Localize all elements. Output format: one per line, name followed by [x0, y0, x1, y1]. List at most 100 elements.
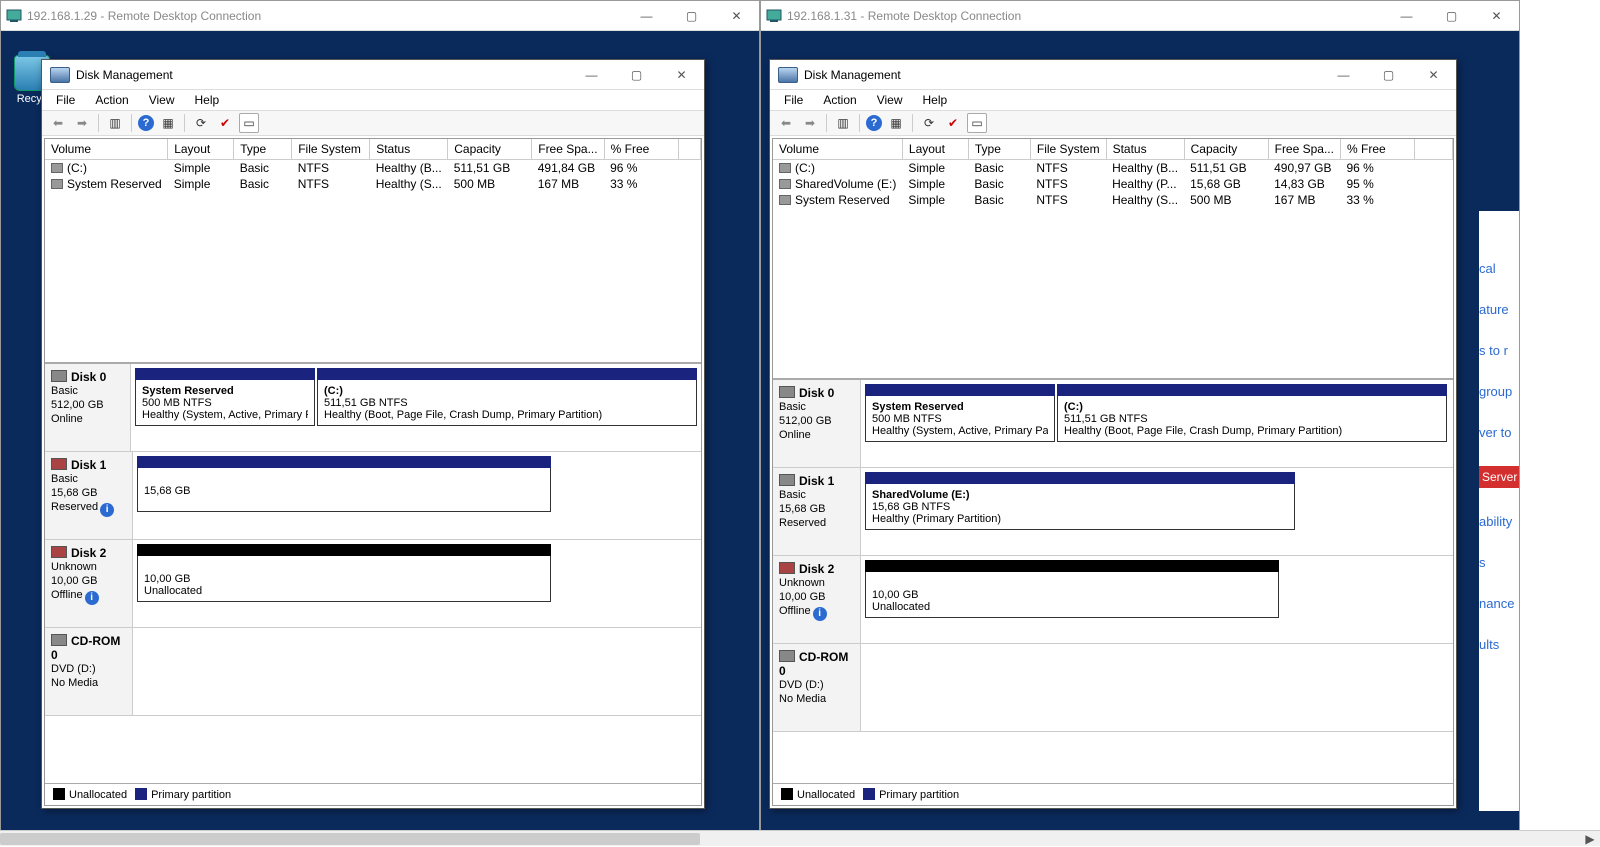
forward-icon[interactable]: ➡	[72, 113, 92, 133]
close-button[interactable]: ✕	[1411, 60, 1456, 89]
col-blank[interactable]	[678, 139, 700, 160]
menu-help[interactable]: Help	[187, 91, 228, 109]
info-icon[interactable]: i	[85, 591, 99, 605]
col-volume[interactable]: Volume	[773, 139, 902, 160]
col-layout[interactable]: Layout	[902, 139, 968, 160]
menu-action[interactable]: Action	[87, 91, 136, 109]
back-icon[interactable]: ⬅	[48, 113, 68, 133]
partition[interactable]: 15,68 GB	[137, 456, 551, 512]
col-pct[interactable]: % Free	[604, 139, 678, 160]
minimize-button[interactable]: —	[624, 1, 669, 30]
minimize-button[interactable]: —	[569, 60, 614, 89]
menu-view[interactable]: View	[869, 91, 911, 109]
menu-view[interactable]: View	[141, 91, 183, 109]
forward-icon[interactable]: ➡	[800, 113, 820, 133]
table-header[interactable]: Volume Layout Type File System Status Ca…	[45, 139, 701, 160]
col-status[interactable]: Status	[1106, 139, 1184, 160]
table-row[interactable]: (C:)SimpleBasicNTFSHealthy (B...511,51 G…	[45, 160, 701, 177]
disk-info[interactable]: CD-ROM 0DVD (D:)No Media	[773, 644, 861, 731]
disk-info[interactable]: Disk 0Basic512,00 GBOnline	[773, 380, 861, 467]
disk-row[interactable]: Disk 2Unknown10,00 GBOfflinei 10,00 GBUn…	[45, 540, 701, 628]
details-icon[interactable]: ▦	[158, 113, 178, 133]
close-button[interactable]: ✕	[659, 60, 704, 89]
maximize-button[interactable]: ▢	[669, 1, 714, 30]
disk-row[interactable]: Disk 1Basic15,68 GBReservedSharedVolume …	[773, 468, 1453, 556]
cancel-icon[interactable]: ✔	[215, 113, 235, 133]
minimize-button[interactable]: —	[1321, 60, 1366, 89]
menu-file[interactable]: File	[776, 91, 811, 109]
disk-graphical-view[interactable]: Disk 0Basic512,00 GBOnlineSystem Reserve…	[773, 379, 1453, 783]
col-capacity[interactable]: Capacity	[448, 139, 532, 160]
table-row[interactable]: System ReservedSimpleBasicNTFSHealthy (S…	[45, 176, 701, 192]
show-hide-tree-icon[interactable]: ▥	[833, 113, 853, 133]
close-button[interactable]: ✕	[714, 1, 759, 30]
disk-row[interactable]: CD-ROM 0DVD (D:)No Media	[773, 644, 1453, 732]
disk-info[interactable]: CD-ROM 0DVD (D:)No Media	[45, 628, 133, 715]
details-icon[interactable]: ▦	[886, 113, 906, 133]
show-hide-tree-icon[interactable]: ▥	[105, 113, 125, 133]
col-free[interactable]: Free Spa...	[1268, 139, 1340, 160]
cancel-icon[interactable]: ✔	[943, 113, 963, 133]
col-free[interactable]: Free Spa...	[532, 139, 604, 160]
maximize-button[interactable]: ▢	[1429, 1, 1474, 30]
scrollbar-thumb[interactable]	[0, 833, 700, 845]
col-type[interactable]: Type	[968, 139, 1030, 160]
minimize-button[interactable]: —	[1384, 1, 1429, 30]
col-blank[interactable]	[1414, 139, 1452, 160]
dm-titlebar[interactable]: Disk Management — ▢ ✕	[770, 60, 1456, 90]
partition[interactable]: System Reserved500 MB NTFSHealthy (Syste…	[865, 384, 1055, 442]
menu-file[interactable]: File	[48, 91, 83, 109]
col-fs[interactable]: File System	[1030, 139, 1106, 160]
disk-row[interactable]: Disk 2Unknown10,00 GBOfflinei 10,00 GBUn…	[773, 556, 1453, 644]
table-row[interactable]: (C:)SimpleBasicNTFSHealthy (B...511,51 G…	[773, 160, 1453, 177]
col-status[interactable]: Status	[370, 139, 448, 160]
partition[interactable]: SharedVolume (E:)15,68 GB NTFSHealthy (P…	[865, 472, 1295, 530]
disk-info[interactable]: Disk 1Basic15,68 GBReserved	[773, 468, 861, 555]
horizontal-scrollbar[interactable]: ▶	[0, 830, 1600, 846]
col-volume[interactable]: Volume	[45, 139, 168, 160]
separator	[98, 114, 99, 132]
rdp-titlebar[interactable]: 192.168.1.31 - Remote Desktop Connection…	[761, 1, 1519, 31]
volume-table[interactable]: Volume Layout Type File System Status Ca…	[773, 139, 1453, 379]
partition[interactable]: 10,00 GBUnallocated	[137, 544, 551, 602]
properties-icon[interactable]: ▭	[239, 113, 259, 133]
back-icon[interactable]: ⬅	[776, 113, 796, 133]
maximize-button[interactable]: ▢	[614, 60, 659, 89]
col-capacity[interactable]: Capacity	[1184, 139, 1268, 160]
properties-icon[interactable]: ▭	[967, 113, 987, 133]
table-header[interactable]: Volume Layout Type File System Status Ca…	[773, 139, 1453, 160]
partition[interactable]: System Reserved500 MB NTFSHealthy (Syste…	[135, 368, 315, 426]
partition[interactable]: (C:)511,51 GB NTFSHealthy (Boot, Page Fi…	[1057, 384, 1447, 442]
info-icon[interactable]: i	[813, 607, 827, 621]
col-pct[interactable]: % Free	[1340, 139, 1414, 160]
close-button[interactable]: ✕	[1474, 1, 1519, 30]
rdp-titlebar[interactable]: 192.168.1.29 - Remote Desktop Connection…	[1, 1, 759, 31]
disk-graphical-view[interactable]: Disk 0Basic512,00 GBOnlineSystem Reserve…	[45, 363, 701, 783]
disk-info[interactable]: Disk 0Basic512,00 GBOnline	[45, 364, 131, 451]
volume-table[interactable]: Volume Layout Type File System Status Ca…	[45, 139, 701, 363]
menu-action[interactable]: Action	[815, 91, 864, 109]
partition[interactable]: 10,00 GBUnallocated	[865, 560, 1279, 618]
disk-info[interactable]: Disk 1Basic15,68 GBReservedi	[45, 452, 133, 539]
dm-titlebar[interactable]: Disk Management — ▢ ✕	[42, 60, 704, 90]
table-row[interactable]: SharedVolume (E:)SimpleBasicNTFSHealthy …	[773, 176, 1453, 192]
disk-row[interactable]: Disk 1Basic15,68 GBReservedi 15,68 GB	[45, 452, 701, 540]
disk-row[interactable]: Disk 0Basic512,00 GBOnlineSystem Reserve…	[773, 380, 1453, 468]
refresh-icon[interactable]: ⟳	[919, 113, 939, 133]
disk-row[interactable]: CD-ROM 0DVD (D:)No Media	[45, 628, 701, 716]
help-icon[interactable]: ?	[866, 115, 882, 131]
help-icon[interactable]: ?	[138, 115, 154, 131]
maximize-button[interactable]: ▢	[1366, 60, 1411, 89]
scroll-right-icon[interactable]: ▶	[1582, 831, 1598, 847]
disk-info[interactable]: Disk 2Unknown10,00 GBOfflinei	[773, 556, 861, 643]
col-type[interactable]: Type	[234, 139, 292, 160]
info-icon[interactable]: i	[100, 503, 114, 517]
refresh-icon[interactable]: ⟳	[191, 113, 211, 133]
col-layout[interactable]: Layout	[168, 139, 234, 160]
col-fs[interactable]: File System	[292, 139, 370, 160]
table-row[interactable]: System ReservedSimpleBasicNTFSHealthy (S…	[773, 192, 1453, 208]
disk-info[interactable]: Disk 2Unknown10,00 GBOfflinei	[45, 540, 133, 627]
partition[interactable]: (C:)511,51 GB NTFSHealthy (Boot, Page Fi…	[317, 368, 697, 426]
menu-help[interactable]: Help	[915, 91, 956, 109]
disk-row[interactable]: Disk 0Basic512,00 GBOnlineSystem Reserve…	[45, 364, 701, 452]
